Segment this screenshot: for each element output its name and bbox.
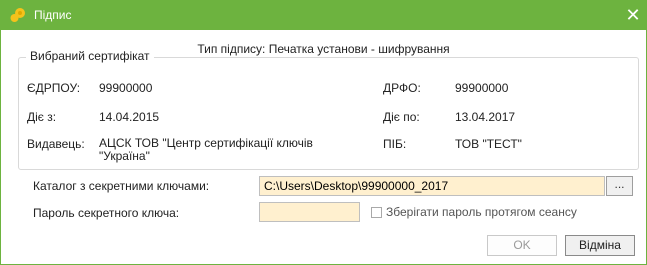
drfo-value: 99900000 <box>455 81 509 95</box>
valid-from-value: 14.04.2015 <box>99 110 160 124</box>
browse-button[interactable]: ... <box>606 176 633 196</box>
valid-from-label: Діє з: <box>27 110 57 124</box>
ok-button[interactable]: OK <box>487 235 557 256</box>
title-bar: Підпис ✕ <box>1 1 646 30</box>
pib-label: ПІБ: <box>383 137 407 151</box>
remember-password-label[interactable]: Зберігати пароль протягом сеансу <box>386 205 577 219</box>
valid-to-value: 13.04.2017 <box>455 110 516 124</box>
keys-dir-input[interactable] <box>259 176 605 196</box>
remember-password-checkbox[interactable] <box>371 207 382 218</box>
drfo-label: ДРФО: <box>383 81 421 95</box>
password-input[interactable] <box>259 202 360 222</box>
pib-value: ТОВ "ТЕСТ" <box>455 137 522 151</box>
edrpou-value: 99900000 <box>99 81 153 95</box>
password-label: Пароль секретного ключа: <box>33 206 180 220</box>
window-title: Підпис <box>34 8 72 22</box>
close-icon[interactable]: ✕ <box>622 4 644 26</box>
selected-certificate-group: Вибраний сертифікат ЄДРПОУ: 99900000 ДРФ… <box>18 49 639 170</box>
keys-dir-label: Каталог з секретними ключами: <box>33 179 210 193</box>
issuer-label: Видавець: <box>27 137 85 151</box>
issuer-value: АЦСК ТОВ "Центр сертифікації ключів "Укр… <box>99 136 313 163</box>
app-logo-icon <box>10 8 25 22</box>
valid-to-label: Діє по: <box>383 110 420 124</box>
cancel-button[interactable]: Відміна <box>565 235 635 256</box>
signature-dialog: Підпис ✕ Тип підпису: Печатка установи -… <box>0 0 647 265</box>
edrpou-label: ЄДРПОУ: <box>27 81 81 95</box>
certificate-group-title: Вибраний сертифікат <box>26 49 154 63</box>
